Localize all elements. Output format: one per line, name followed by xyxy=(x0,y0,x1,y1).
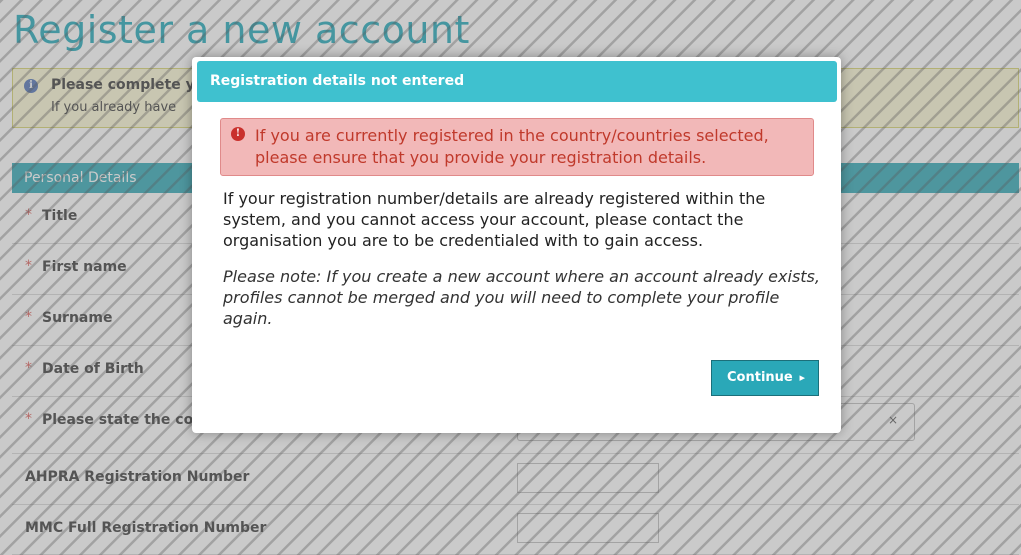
registration-modal: Registration details not entered ! If yo… xyxy=(192,57,841,433)
first-name-label: First name xyxy=(42,259,127,275)
info-circle-icon: i xyxy=(24,79,38,93)
date-of-birth-label: Date of Birth xyxy=(42,361,144,377)
continue-button[interactable]: Continue ▸ xyxy=(711,360,819,396)
country-label: Please state the co xyxy=(42,412,194,428)
chevron-right-icon: ▸ xyxy=(799,371,805,384)
clear-selection-icon[interactable]: × xyxy=(888,413,898,427)
page-title: Register a new account xyxy=(13,8,470,52)
alert-message: If you are currently registered in the c… xyxy=(255,126,769,167)
required-mark: * xyxy=(25,309,32,325)
mmc-input[interactable] xyxy=(517,513,659,543)
mmc-label: MMC Full Registration Number xyxy=(25,520,267,536)
ahpra-input[interactable] xyxy=(517,463,659,493)
form-row-ahpra: AHPRA Registration Number xyxy=(12,454,1019,505)
modal-note-text: Please note: If you create a new account… xyxy=(223,267,820,328)
modal-title: Registration details not entered xyxy=(197,61,837,102)
form-row-mmc: MMC Full Registration Number xyxy=(12,505,1019,555)
info-line-2: If you already have xyxy=(51,100,177,115)
required-mark: * xyxy=(25,258,32,274)
title-label: Title xyxy=(42,208,78,224)
required-mark: * xyxy=(25,411,32,427)
modal-body-text: If your registration number/details are … xyxy=(223,189,766,250)
continue-label: Continue xyxy=(727,370,793,385)
required-mark: * xyxy=(25,207,32,223)
exclamation-circle-icon: ! xyxy=(231,127,245,141)
info-line-1: Please complete y xyxy=(51,77,195,93)
ahpra-label: AHPRA Registration Number xyxy=(25,469,250,485)
surname-label: Surname xyxy=(42,310,113,326)
error-alert: ! If you are currently registered in the… xyxy=(220,118,814,176)
required-mark: * xyxy=(25,360,32,376)
